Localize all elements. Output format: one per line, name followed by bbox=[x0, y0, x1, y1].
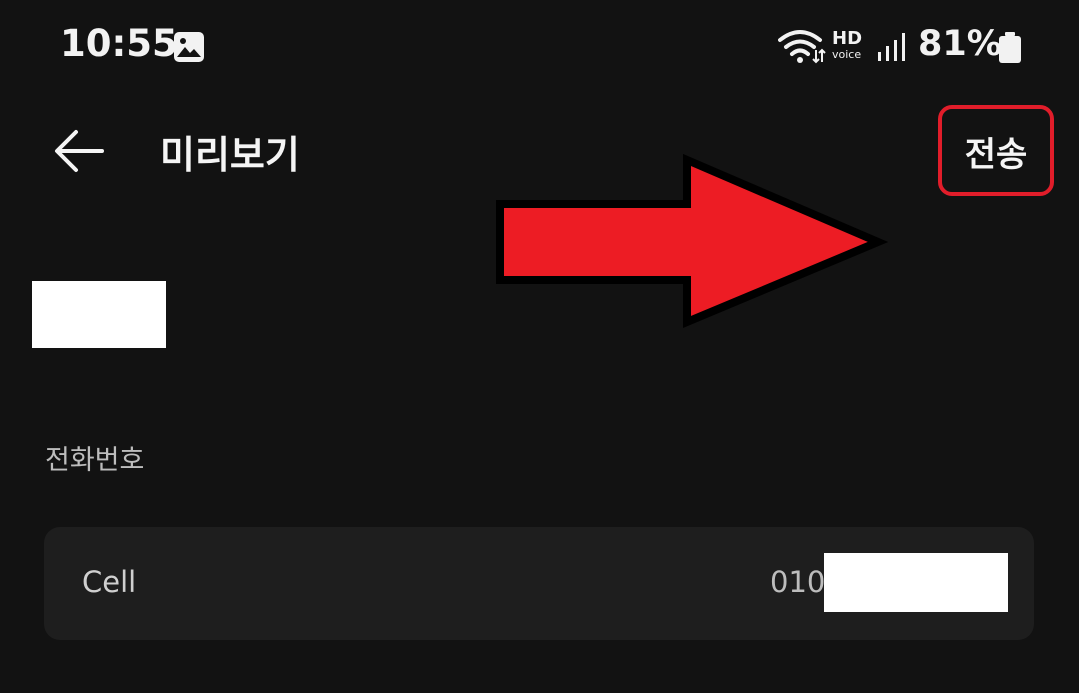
phone-entry[interactable]: Cell 010 bbox=[44, 527, 1034, 640]
send-button[interactable]: 전송 bbox=[944, 112, 1048, 190]
wifi-icon bbox=[778, 30, 826, 64]
phone-section-label: 전화번호 bbox=[45, 445, 145, 476]
hd-label: HD bbox=[832, 28, 863, 49]
battery-icon bbox=[999, 32, 1021, 63]
phone-number-redaction bbox=[824, 553, 1008, 612]
page-title: 미리보기 bbox=[160, 133, 300, 177]
app-bar: 미리보기 전송 bbox=[0, 92, 1079, 329]
red-arrow-annotation bbox=[496, 154, 889, 329]
contact-name-redaction bbox=[32, 281, 166, 348]
hd-voice-indicator: HD voice bbox=[832, 30, 868, 62]
battery-percent: 81% bbox=[918, 24, 1002, 64]
screen: 10:55 HD voice 81% 미리보기 전송 전화번호 Cell 010 bbox=[0, 0, 1079, 693]
status-bar: 10:55 HD voice 81% bbox=[0, 0, 1079, 92]
back-button[interactable] bbox=[44, 116, 114, 186]
gallery-icon bbox=[174, 32, 204, 62]
status-time: 10:55 bbox=[60, 22, 178, 65]
phone-type-label: Cell bbox=[82, 565, 137, 599]
back-arrow-icon bbox=[55, 130, 104, 172]
phone-number: 010 bbox=[770, 565, 826, 599]
signal-icon bbox=[878, 33, 905, 61]
voice-label: voice bbox=[832, 48, 862, 61]
